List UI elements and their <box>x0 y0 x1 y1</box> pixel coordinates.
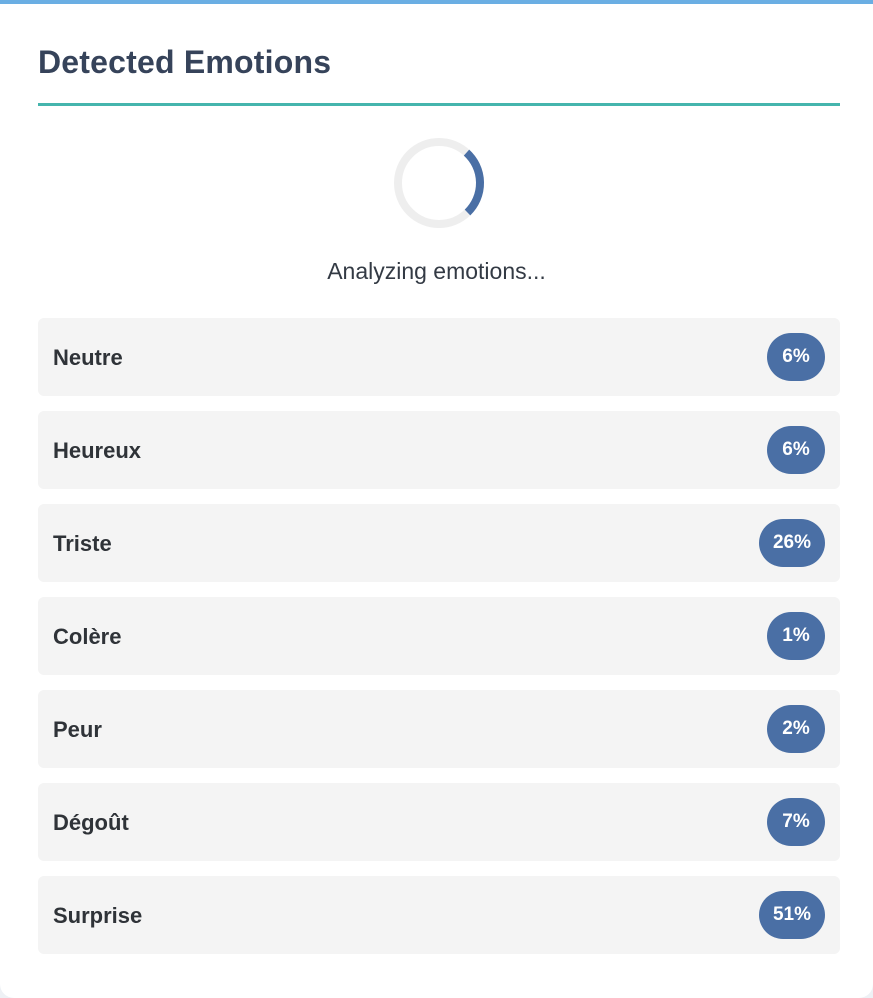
emotion-label: Surprise <box>53 903 143 928</box>
loading-spinner-icon <box>394 138 484 228</box>
page-title: Detected Emotions <box>38 44 332 80</box>
emotion-label: Neutre <box>53 345 123 370</box>
emotion-label: Heureux <box>53 438 142 463</box>
list-item: Heureux 6% <box>38 411 840 489</box>
emotion-label: Peur <box>53 717 102 742</box>
percent-badge: 1% <box>767 612 825 660</box>
analysis-status: Analyzing emotions... <box>327 258 546 284</box>
percent-badge: 7% <box>767 798 825 846</box>
list-item: Surprise 51% <box>38 876 840 954</box>
percent-badge: 26% <box>758 519 825 567</box>
title-divider <box>38 103 840 106</box>
list-item: Peur 2% <box>38 690 840 768</box>
list-item: Triste 26% <box>38 504 840 582</box>
emotions-card: Detected Emotions Analyzing emotions... … <box>0 0 873 998</box>
list-item: Dégoût 7% <box>38 783 840 861</box>
percent-badge: 6% <box>767 426 825 474</box>
list-item: Colère 1% <box>38 597 840 675</box>
percent-badge: 2% <box>767 705 825 753</box>
emotion-label: Dégoût <box>53 810 129 835</box>
emotion-label: Colère <box>53 624 122 649</box>
list-item: Neutre 6% <box>38 318 840 396</box>
percent-badge: 51% <box>758 891 825 939</box>
emotion-list: Neutre 6% Heureux 6% Triste 26% Colère 1… <box>38 318 840 954</box>
emotion-label: Triste <box>53 531 112 556</box>
percent-badge: 6% <box>767 333 825 381</box>
